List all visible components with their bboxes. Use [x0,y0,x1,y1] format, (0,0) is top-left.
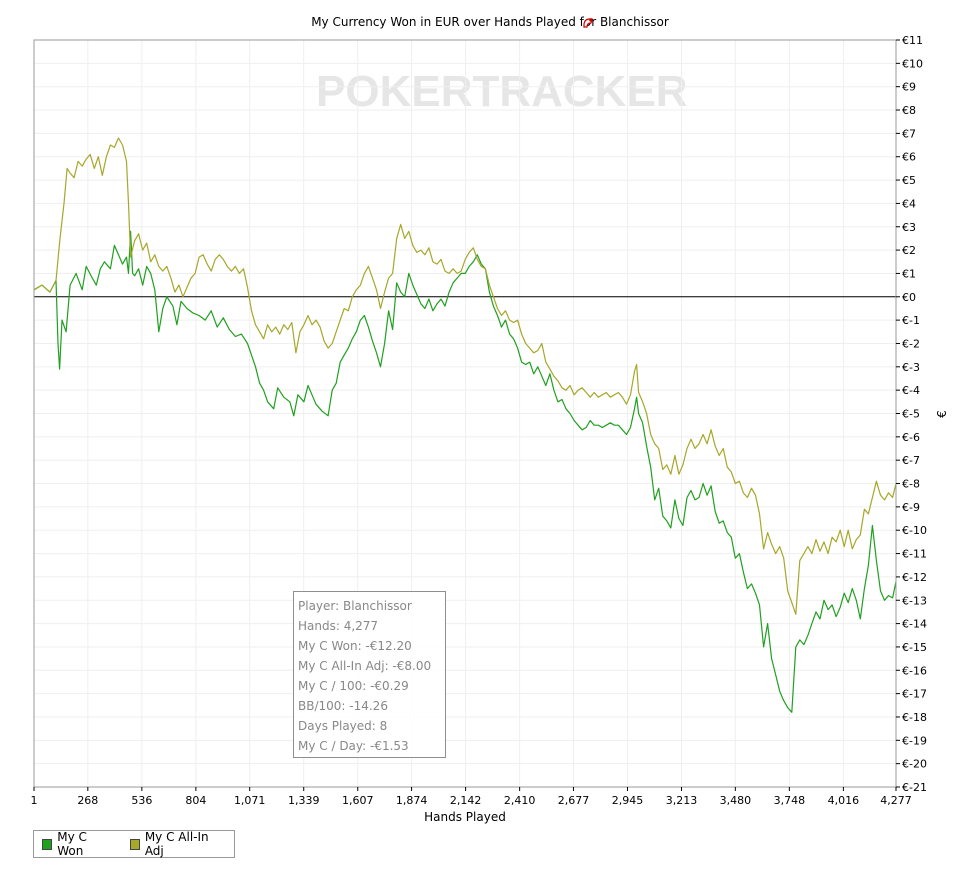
y-tick-label-21: €-10 [902,524,927,537]
x-tick-label-0: 1 [31,794,38,807]
chart: My Currency Won in EUR over Hands Played… [31,15,950,824]
y-tick-label-5: €6 [902,151,916,164]
y-tick-label-29: €-18 [902,711,927,724]
legend-item-won[interactable]: My C Won [42,830,112,858]
legend-label-allin: My C All-In Adj [144,830,209,858]
y-tick-label-20: €-9 [902,501,920,514]
series-line-won [33,230,897,713]
y-tick-label-19: €-8 [902,478,920,491]
legend-item-allin[interactable]: My C All-In Adj [129,830,224,858]
stats-box: Player: Blanchissor Hands: 4,277 My C Wo… [293,591,446,758]
y-tick-label-18: €-7 [902,454,920,467]
stat-hands: Hands: 4,277 [298,619,379,633]
y-tick-label-4: €7 [902,127,916,140]
series-group [33,137,897,713]
x-tick-label-11: 2,945 [612,794,644,807]
stat-perday: My C / Day: -€1.53 [298,739,409,753]
stat-won: My C Won: -€12.20 [298,639,412,653]
watermark: POKERTRACKER [316,67,688,116]
y-tick-label-16: €-5 [902,408,920,421]
x-tick-label-5: 1,339 [288,794,320,807]
y-tick-label-12: €-1 [902,314,920,327]
y-tick-label-24: €-13 [902,594,927,607]
y-tick-label-22: €-11 [902,548,927,561]
y-tick-label-26: €-15 [902,641,927,654]
y-tick-label-8: €3 [902,221,916,234]
y-tick-label-27: €-16 [902,664,927,677]
stat-player: Player: Blanchissor [298,599,412,613]
y-tick-label-3: €8 [902,104,916,117]
x-tick-label-10: 2,677 [558,794,590,807]
x-tick-label-13: 3,480 [720,794,752,807]
chart-title: My Currency Won in EUR over Hands Played… [311,15,669,29]
y-tick-label-28: €-17 [902,688,927,701]
stat-days: Days Played: 8 [298,719,388,733]
y-tick-label-15: €-4 [902,384,920,397]
y-tick-label-6: €5 [902,174,916,187]
y-tick-label-23: €-12 [902,571,927,584]
y-tick-label-2: €9 [902,81,916,94]
x-tick-label-3: 804 [185,794,206,807]
x-tick-label-16: 4,277 [880,794,912,807]
grid [33,39,897,788]
y-tick-label-11: €0 [902,291,916,304]
stat-per100: My C / 100: -€0.29 [298,679,409,693]
legend-swatch-allin [129,838,140,850]
x-tick-label-14: 3,748 [774,794,806,807]
x-tick-label-1: 268 [77,794,98,807]
y-tick-label-25: €-14 [902,618,927,631]
stat-bb100: BB/100: -14.26 [298,699,388,713]
y-axis: €11 €10 €9 €8 €7 €6 €5 €4 €3 €2 €1 €0 €-1 €-2 €-3 €-4 €-… [896,34,927,794]
x-axis: 1 268 536 804 1,071 1,339 1,607 1,874 2,142 2,410… [31,787,912,807]
legend-label-won: My C Won [57,830,87,858]
series-line-allin-adj [33,137,897,615]
x-tick-label-2: 536 [131,794,152,807]
x-tick-label-6: 1,607 [342,794,374,807]
x-tick-label-8: 2,142 [450,794,482,807]
y-tick-label-32: €-21 [902,781,927,794]
y-tick-label-10: €1 [902,267,916,280]
legend-swatch-won [42,838,53,850]
x-tick-label-9: 2,410 [504,794,536,807]
y-tick-label-13: €-2 [902,337,920,350]
y-tick-label-0: €11 [902,34,923,47]
y-tick-label-17: €-6 [902,431,920,444]
y-tick-label-1: €10 [902,57,923,70]
y-axis-label: € [935,410,949,418]
y-tick-label-14: €-3 [902,361,920,374]
stat-allin: My C All-In Adj: -€8.00 [298,659,432,673]
x-tick-label-12: 3,213 [666,794,698,807]
y-tick-label-31: €-20 [902,758,927,771]
legend: My C Won My C All-In Adj [33,830,235,858]
x-axis-label: Hands Played [424,810,506,824]
y-tick-label-30: €-19 [902,734,927,747]
x-tick-label-15: 4,016 [828,794,860,807]
x-tick-label-4: 1,071 [234,794,266,807]
x-tick-label-7: 1,874 [396,794,428,807]
y-tick-label-9: €2 [902,244,916,257]
y-tick-label-7: €4 [902,197,916,210]
